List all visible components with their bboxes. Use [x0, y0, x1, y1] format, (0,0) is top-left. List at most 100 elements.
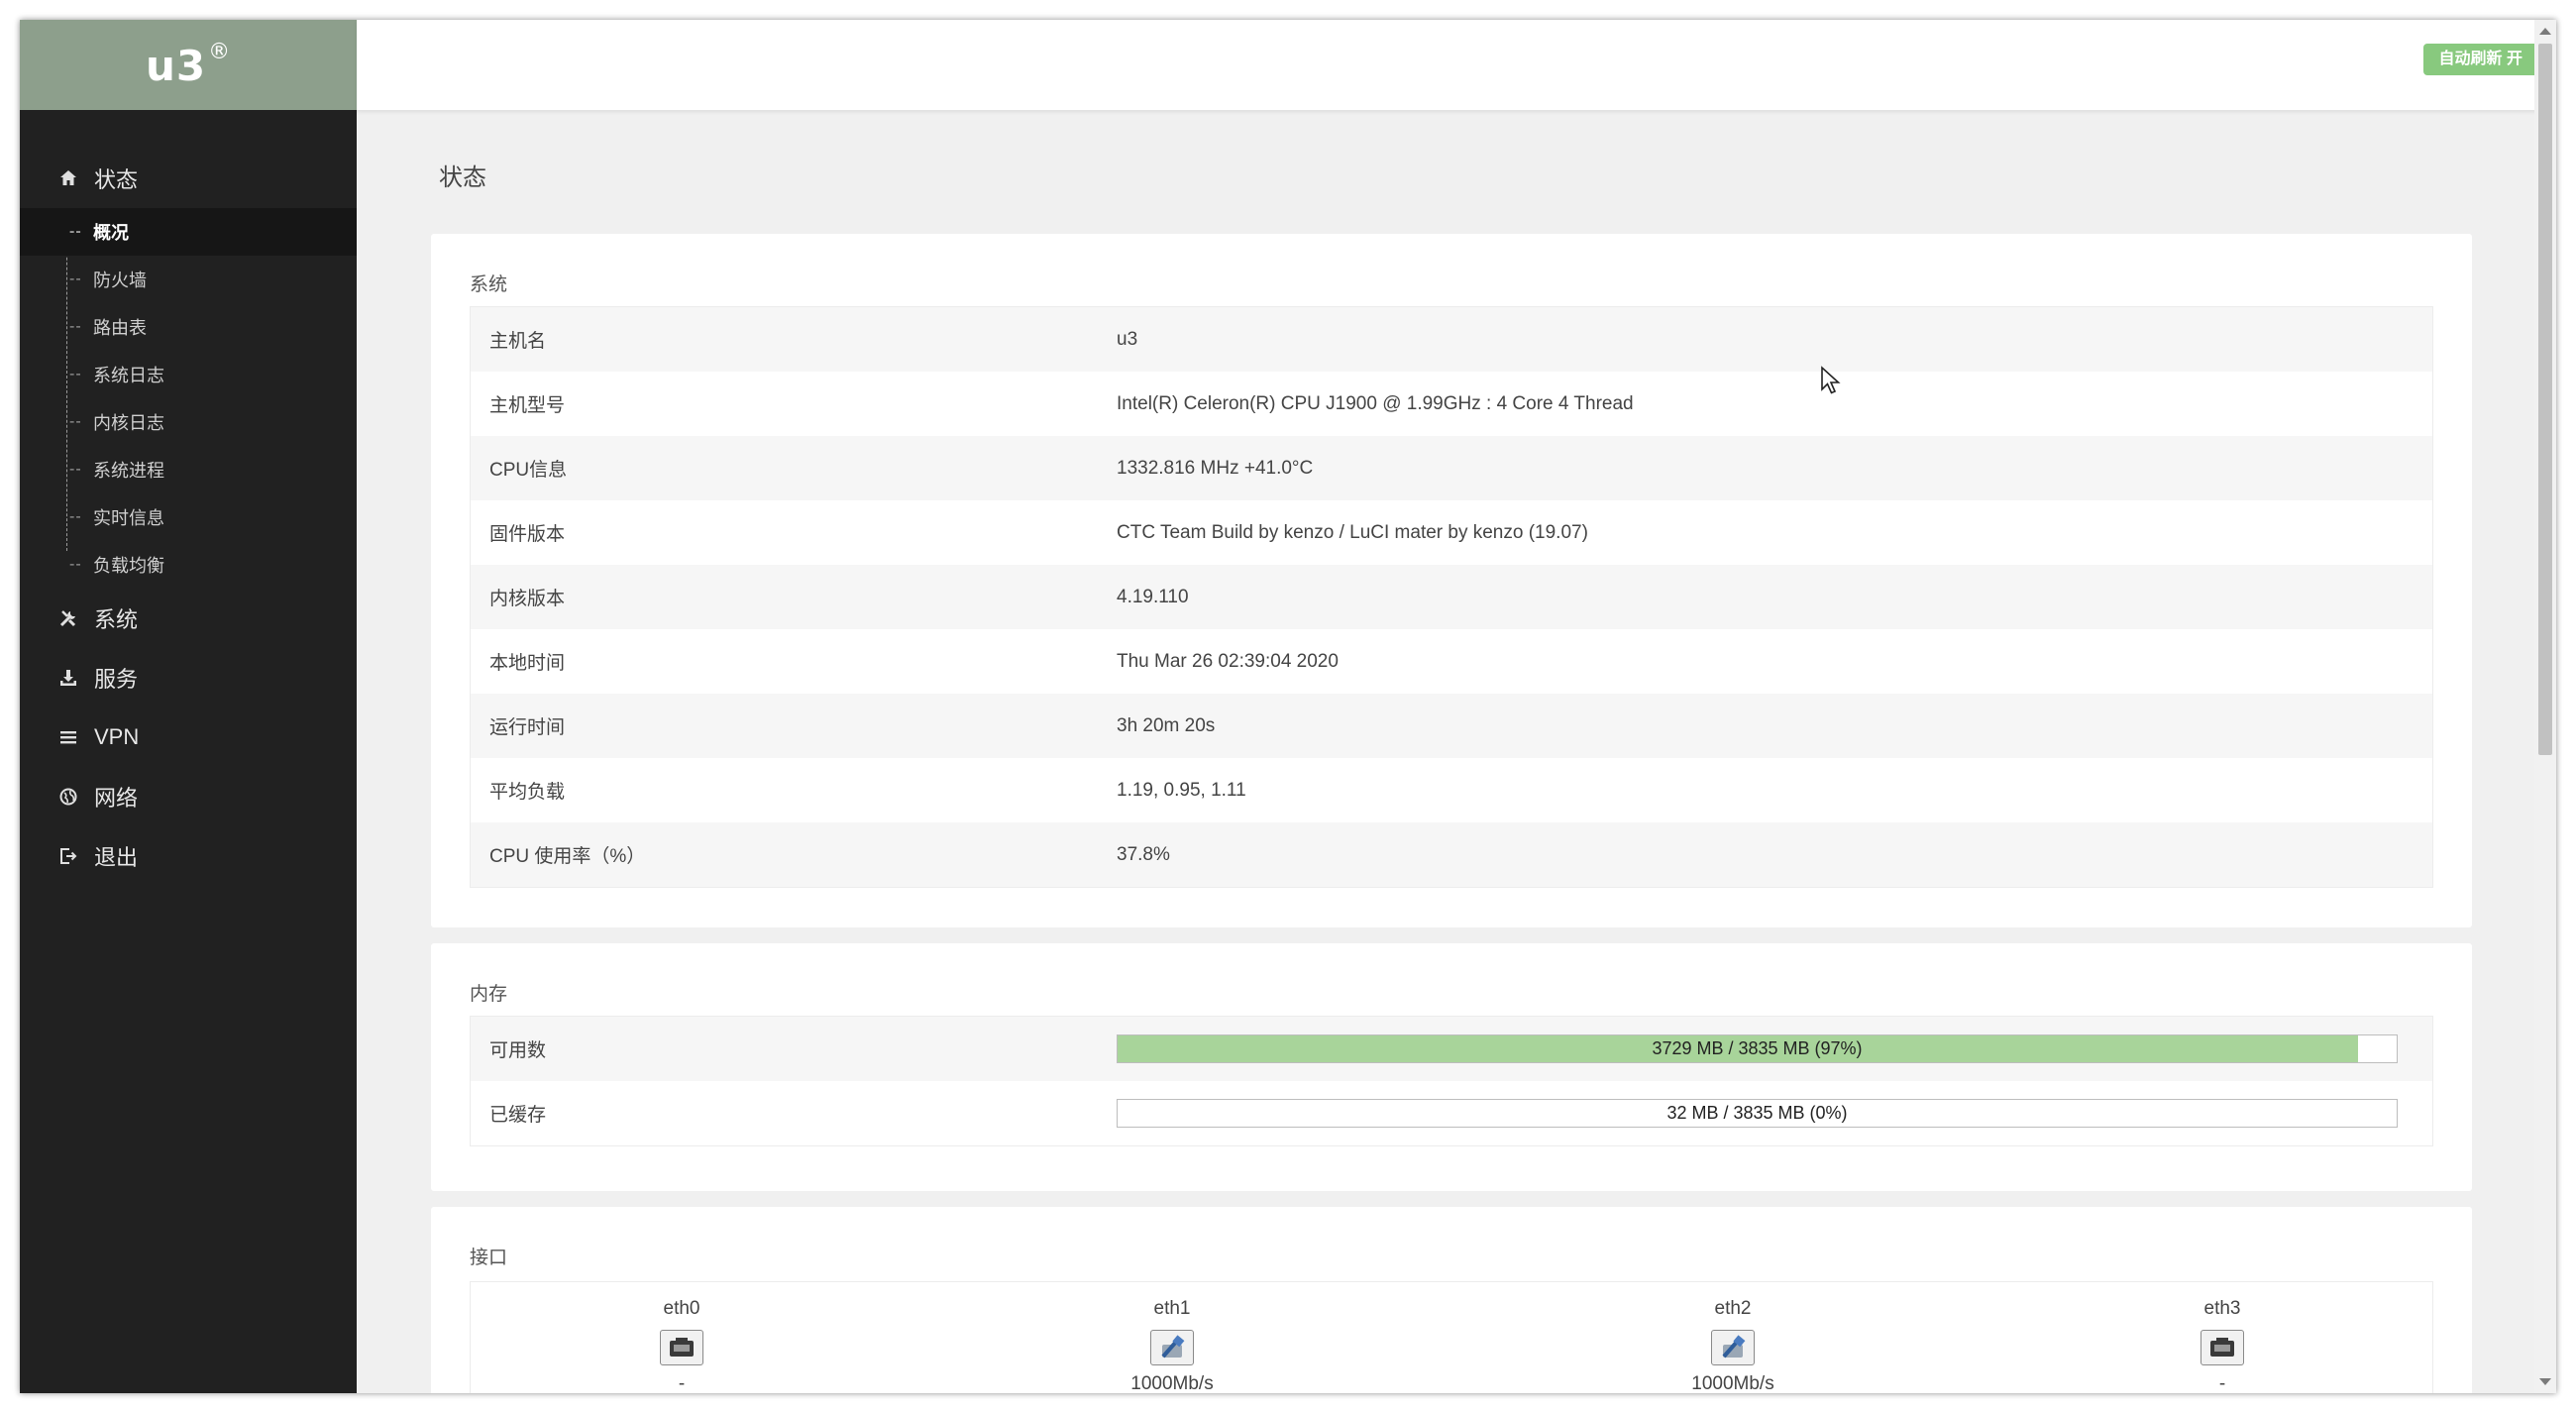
- interface-speed: -: [2218, 1373, 2226, 1393]
- memory-card: 内存 可用数 3729 MB / 3835 MB (97%) 已缓存 32 MB…: [431, 943, 2472, 1191]
- system-table: 主机名 u3 主机型号 Intel(R) Celeron(R) CPU J1900 …: [470, 306, 2433, 888]
- table-row: 内核版本 4.19.110: [471, 565, 2432, 629]
- row-value: CTC Team Build by kenzo / LuCI mater by …: [1117, 521, 1588, 543]
- top-header: 自动刷新 开: [357, 20, 2556, 110]
- sidebar: u3® 状态 概况 防火墙 路由表 系统日志 内核日志 系统进程 实时信息 负载…: [20, 20, 357, 1393]
- status-submenu: 概况 防火墙 路由表 系统日志 内核日志 系统进程 实时信息 负载均衡: [20, 208, 357, 589]
- interface-speed: 1000Mb/s: [1130, 1373, 1214, 1393]
- submenu-item-load-balance[interactable]: 负载均衡: [20, 541, 357, 589]
- row-value: 32 MB / 3835 MB (0%): [1117, 1099, 2432, 1128]
- row-value: 1.19, 0.95, 1.11: [1117, 779, 1246, 801]
- row-value: 3729 MB / 3835 MB (97%): [1117, 1034, 2432, 1063]
- nav-item-services[interactable]: 服务: [20, 648, 357, 707]
- table-row: 主机名 u3: [471, 307, 2432, 372]
- interface-name: eth1: [1153, 1298, 1191, 1319]
- interfaces-grid: eth0 - eth1 1000Mb/s eth2 1000Mb/s eth3 …: [470, 1281, 2433, 1393]
- port-connected-icon: [1711, 1330, 1755, 1365]
- system-card-title: 系统: [470, 274, 508, 295]
- page-scrollbar[interactable]: [2534, 20, 2556, 1393]
- table-row: 平均负载 1.19, 0.95, 1.11: [471, 758, 2432, 822]
- row-value: 3h 20m 20s: [1117, 714, 1216, 736]
- main-content: 状态 系统 主机名 u3 主机型号 Intel(R) Celeron(R) CPU …: [357, 110, 2534, 1393]
- logo-text: u3: [145, 42, 207, 90]
- bar-text: 3729 MB / 3835 MB (97%): [1652, 1038, 1863, 1058]
- auto-refresh-toggle[interactable]: 自动刷新 开: [2422, 44, 2538, 75]
- row-value: 1332.816 MHz +41.0°C: [1117, 457, 1314, 479]
- row-key: 本地时间: [489, 653, 566, 674]
- row-key: 可用数: [489, 1040, 547, 1061]
- interface-name: eth0: [663, 1298, 700, 1319]
- row-key: 平均负载: [489, 782, 566, 803]
- row-value: Thu Mar 26 02:39:04 2020: [1117, 650, 1339, 672]
- row-key: 运行时间: [489, 717, 566, 738]
- submenu-item-firewall[interactable]: 防火墙: [20, 256, 357, 303]
- table-row: CPU 使用率（%） 37.8%: [471, 822, 2432, 887]
- nav-label: VPN: [94, 724, 140, 749]
- table-row: CPU信息 1332.816 MHz +41.0°C: [471, 436, 2432, 500]
- memory-cached-bar: 32 MB / 3835 MB (0%): [1117, 1099, 2398, 1128]
- memory-table: 可用数 3729 MB / 3835 MB (97%) 已缓存 32 MB / …: [470, 1016, 2433, 1146]
- nav-label: 系统: [94, 607, 139, 632]
- nav-item-vpn[interactable]: VPN: [20, 707, 357, 767]
- list-icon: [57, 726, 79, 748]
- table-row: 固件版本 CTC Team Build by kenzo / LuCI mater…: [471, 500, 2432, 565]
- port-disconnected-icon: [2200, 1330, 2244, 1365]
- globe-icon: [57, 786, 79, 808]
- nav-item-logout[interactable]: 退出: [20, 826, 357, 886]
- nav-item-system[interactable]: 系统: [20, 589, 357, 648]
- interface-item[interactable]: eth1 1000Mb/s: [1073, 1298, 1271, 1393]
- submenu-item-syslog[interactable]: 系统日志: [20, 351, 357, 398]
- bar-text: 32 MB / 3835 MB (0%): [1666, 1103, 1848, 1123]
- table-row: 运行时间 3h 20m 20s: [471, 694, 2432, 758]
- logo-bar: u3®: [20, 20, 357, 110]
- row-value: 37.8%: [1117, 843, 1170, 865]
- interfaces-card-title: 接口: [470, 1248, 508, 1268]
- row-key: 内核版本: [489, 589, 566, 609]
- system-card: 系统 主机名 u3 主机型号 Intel(R) Celeron(R) CPU J19…: [431, 234, 2472, 927]
- interface-item[interactable]: eth3 -: [2123, 1298, 2321, 1393]
- main-nav: 状态 概况 防火墙 路由表 系统日志 内核日志 系统进程 实时信息 负载均衡 系…: [20, 149, 357, 886]
- table-row: 已缓存 32 MB / 3835 MB (0%): [471, 1081, 2432, 1145]
- submenu-item-routes[interactable]: 路由表: [20, 303, 357, 351]
- submenu-item-realtime[interactable]: 实时信息: [20, 493, 357, 541]
- submenu-item-processes[interactable]: 系统进程: [20, 446, 357, 493]
- memory-available-bar: 3729 MB / 3835 MB (97%): [1117, 1034, 2398, 1063]
- row-value: 4.19.110: [1117, 586, 1189, 607]
- row-key: 已缓存: [489, 1105, 547, 1126]
- scroll-thumb[interactable]: [2538, 44, 2552, 755]
- browser-window: u3® 状态 概况 防火墙 路由表 系统日志 内核日志 系统进程 实时信息 负载…: [20, 20, 2556, 1393]
- row-value: Intel(R) Celeron(R) CPU J1900 @ 1.99GHz …: [1117, 392, 1634, 414]
- interface-speed: 1000Mb/s: [1691, 1373, 1774, 1393]
- tools-icon: [57, 607, 79, 629]
- interface-name: eth2: [1714, 1298, 1752, 1319]
- table-row: 本地时间 Thu Mar 26 02:39:04 2020: [471, 629, 2432, 694]
- logo-mark: ®: [208, 40, 232, 64]
- row-key: CPU 使用率（%）: [489, 846, 646, 867]
- row-value: u3: [1117, 328, 1138, 350]
- interface-item[interactable]: eth2 1000Mb/s: [1634, 1298, 1832, 1393]
- download-icon: [57, 667, 79, 689]
- mouse-cursor-icon: [1821, 366, 1841, 394]
- home-icon: [57, 167, 79, 189]
- page-title: 状态: [439, 164, 486, 191]
- scroll-down-icon[interactable]: [2539, 1378, 2551, 1385]
- table-row: 主机型号 Intel(R) Celeron(R) CPU J1900 @ 1.99…: [471, 372, 2432, 436]
- submenu-item-kernel-log[interactable]: 内核日志: [20, 398, 357, 446]
- logo[interactable]: u3®: [146, 40, 231, 90]
- row-key: 主机名: [489, 331, 547, 352]
- interface-item[interactable]: eth0 -: [583, 1298, 781, 1393]
- port-connected-icon: [1150, 1330, 1194, 1365]
- table-row: 可用数 3729 MB / 3835 MB (97%): [471, 1017, 2432, 1081]
- scroll-up-icon[interactable]: [2539, 28, 2551, 35]
- submenu-item-overview[interactable]: 概况: [20, 208, 357, 256]
- port-disconnected-icon: [660, 1330, 703, 1365]
- row-key: 固件版本: [489, 524, 566, 545]
- nav-label: 状态: [94, 167, 139, 192]
- nav-item-status[interactable]: 状态: [20, 149, 357, 208]
- row-key: CPU信息: [489, 460, 568, 481]
- nav-label: 网络: [94, 786, 139, 811]
- nav-item-network[interactable]: 网络: [20, 767, 357, 826]
- interface-speed: -: [678, 1373, 686, 1393]
- row-key: 主机型号: [489, 395, 566, 416]
- memory-card-title: 内存: [470, 984, 508, 1005]
